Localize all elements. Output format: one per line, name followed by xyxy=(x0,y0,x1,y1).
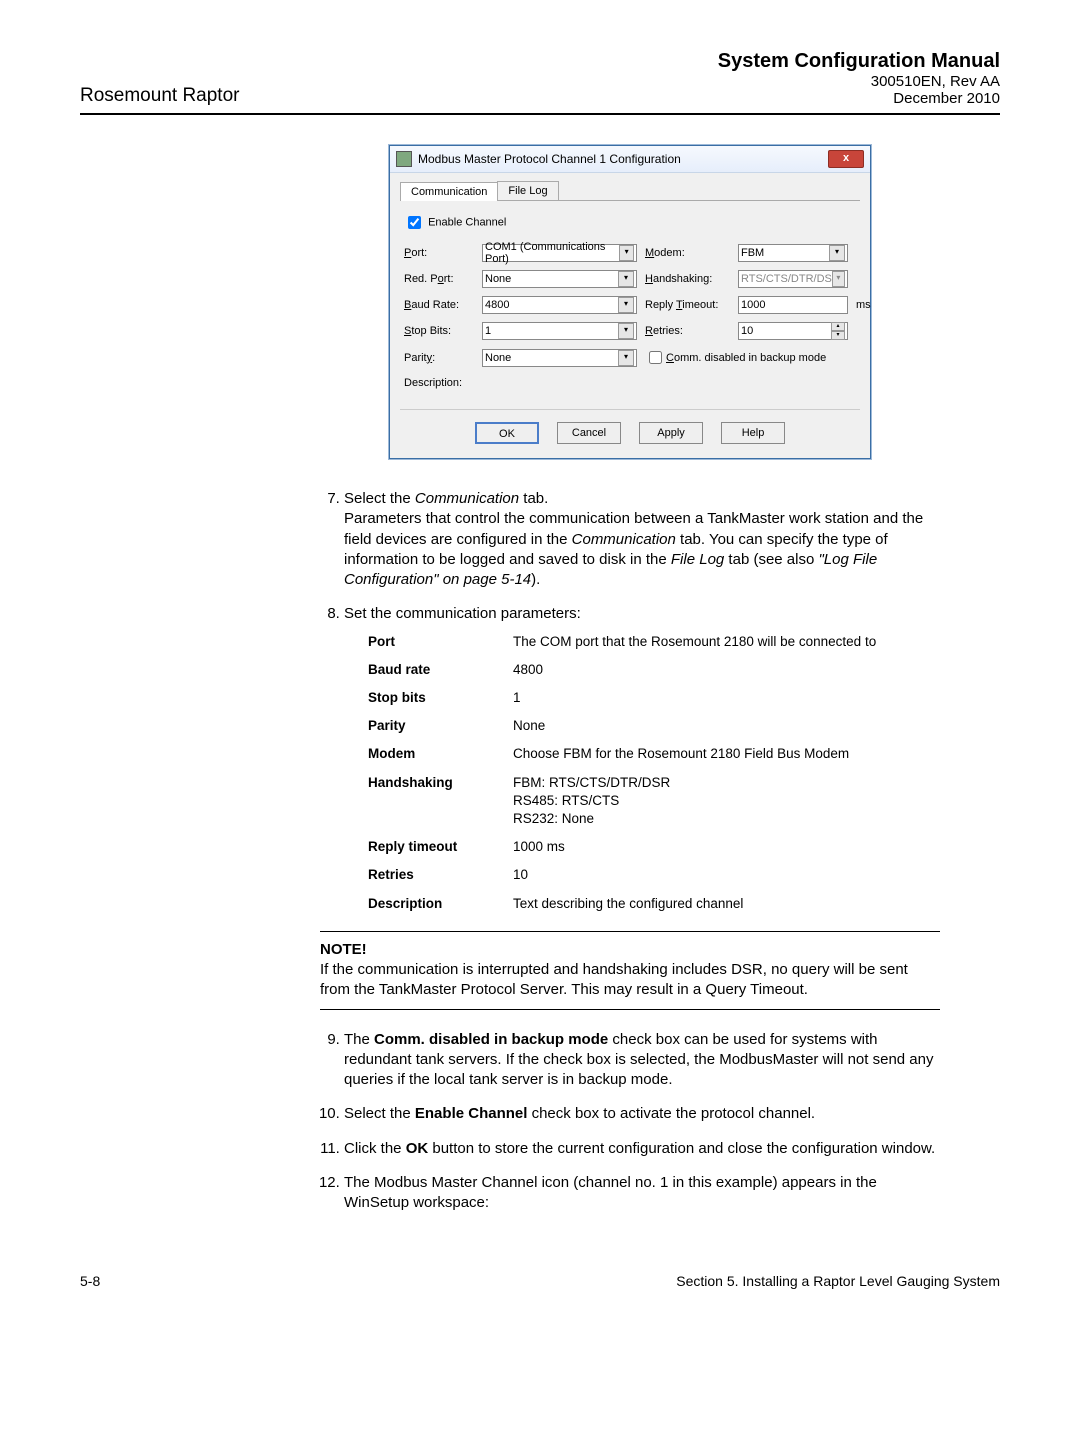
param-key: Stop bits xyxy=(368,689,513,707)
help-button[interactable]: Help xyxy=(721,422,785,444)
dialog-title: Modbus Master Protocol Channel 1 Configu… xyxy=(418,152,828,166)
header-right: System Configuration Manual 300510EN, Re… xyxy=(718,50,1000,107)
param-key: Description xyxy=(368,895,513,913)
param-key: Parity xyxy=(368,717,513,735)
doc-date: December 2010 xyxy=(718,90,1000,107)
comm-disabled-label: Comm. disabled in backup mode xyxy=(666,352,826,364)
step-8: Set the communication parameters: PortTh… xyxy=(344,604,940,913)
page-number: 5-8 xyxy=(80,1273,100,1289)
tab-file-log[interactable]: File Log xyxy=(497,181,558,200)
params-table: PortThe COM port that the Rosemount 2180… xyxy=(368,633,940,913)
step-list-2: The Comm. disabled in backup mode check … xyxy=(320,1030,940,1214)
manual-title: System Configuration Manual xyxy=(718,50,1000,73)
param-key: Modem xyxy=(368,745,513,763)
page-footer: 5-8 Section 5. Installing a Raptor Level… xyxy=(80,1273,1000,1289)
param-key: Handshaking xyxy=(368,774,513,829)
param-value: FBM: RTS/CTS/DTR/DSR RS485: RTS/CTS RS23… xyxy=(513,774,940,829)
step-list: Select the Communication tab. Parameters… xyxy=(320,489,940,913)
param-value: 1 xyxy=(513,689,940,707)
param-row: DescriptionText describing the configure… xyxy=(368,895,940,913)
param-key: Retries xyxy=(368,866,513,884)
param-row: Stop bits1 xyxy=(368,689,940,707)
replytimeout-label: Reply Timeout: xyxy=(645,299,730,311)
page-header: Rosemount Raptor System Configuration Ma… xyxy=(80,50,1000,115)
enable-channel-checkbox[interactable] xyxy=(408,216,421,229)
retries-label: Retries: xyxy=(645,325,730,337)
tab-communication[interactable]: Communication xyxy=(400,182,498,201)
param-row: Baud rate4800 xyxy=(368,661,940,679)
doc-number: 300510EN, Rev AA xyxy=(718,73,1000,90)
step-10: Select the Enable Channel check box to a… xyxy=(344,1104,940,1124)
section-title: Section 5. Installing a Raptor Level Gau… xyxy=(676,1273,1000,1289)
enable-channel-label: Enable Channel xyxy=(428,216,506,228)
product-name: Rosemount Raptor xyxy=(80,85,239,107)
note-heading: NOTE! xyxy=(320,940,940,960)
baud-select[interactable]: 4800▾ xyxy=(482,296,637,314)
param-value: Text describing the configured channel xyxy=(513,895,940,913)
apply-button[interactable]: Apply xyxy=(639,422,703,444)
replytimeout-input[interactable]: 1000 xyxy=(738,296,848,314)
param-key: Reply timeout xyxy=(368,838,513,856)
dropdown-icon: ▾ xyxy=(619,245,634,261)
handshaking-select[interactable]: RTS/CTS/DTR/DS▾ xyxy=(738,270,848,288)
param-value: 4800 xyxy=(513,661,940,679)
param-value: 10 xyxy=(513,866,940,884)
close-button[interactable]: x xyxy=(828,150,864,168)
param-row: PortThe COM port that the Rosemount 2180… xyxy=(368,633,940,651)
retries-spinner[interactable]: 10▴▾ xyxy=(738,322,848,340)
note-block: NOTE! If the communication is interrupte… xyxy=(320,931,940,1010)
dropdown-icon: ▾ xyxy=(618,271,634,287)
modem-select[interactable]: FBM▾ xyxy=(738,244,848,262)
step-11: Click the OK button to store the current… xyxy=(344,1139,940,1159)
dropdown-icon: ▾ xyxy=(829,245,845,261)
dropdown-icon: ▾ xyxy=(618,350,634,366)
parity-select[interactable]: None▾ xyxy=(482,349,637,367)
config-dialog: Modbus Master Protocol Channel 1 Configu… xyxy=(389,145,871,459)
redport-select[interactable]: None▾ xyxy=(482,270,637,288)
param-row: HandshakingFBM: RTS/CTS/DTR/DSR RS485: R… xyxy=(368,774,940,829)
ms-label: ms xyxy=(856,299,876,311)
dialog-icon xyxy=(396,151,412,167)
dialog-tabs: Communication File Log xyxy=(400,181,860,201)
port-label: Port: xyxy=(404,247,474,259)
param-key: Port xyxy=(368,633,513,651)
dropdown-icon: ▾ xyxy=(832,271,845,287)
dialog-button-row: OK Cancel Apply Help xyxy=(400,409,860,448)
param-row: Retries10 xyxy=(368,866,940,884)
param-row: ParityNone xyxy=(368,717,940,735)
param-value: Choose FBM for the Rosemount 2180 Field … xyxy=(513,745,940,763)
param-value: 1000 ms xyxy=(513,838,940,856)
ok-button[interactable]: OK xyxy=(475,422,539,444)
parity-label: Parity: xyxy=(404,352,474,364)
param-key: Baud rate xyxy=(368,661,513,679)
dialog-titlebar: Modbus Master Protocol Channel 1 Configu… xyxy=(390,146,870,173)
spinner-arrows-icon: ▴▾ xyxy=(831,322,845,340)
step-12: The Modbus Master Channel icon (channel … xyxy=(344,1173,940,1214)
param-value: None xyxy=(513,717,940,735)
modem-label: Modem: xyxy=(645,247,730,259)
baud-label: Baud Rate: xyxy=(404,299,474,311)
port-select[interactable]: COM1 (Communications Port)▾ xyxy=(482,244,637,262)
handshaking-label: Handshaking: xyxy=(645,273,730,285)
dropdown-icon: ▾ xyxy=(618,323,634,339)
stopbits-label: Stop Bits: xyxy=(404,325,474,337)
redport-label: Red. Port: xyxy=(404,273,474,285)
description-label: Description: xyxy=(404,377,462,389)
note-body: If the communication is interrupted and … xyxy=(320,960,940,1001)
step-9: The Comm. disabled in backup mode check … xyxy=(344,1030,940,1091)
dropdown-icon: ▾ xyxy=(618,297,634,313)
param-value: The COM port that the Rosemount 2180 wil… xyxy=(513,633,940,651)
param-row: Reply timeout1000 ms xyxy=(368,838,940,856)
comm-disabled-checkbox[interactable] xyxy=(649,351,662,364)
step-7: Select the Communication tab. Parameters… xyxy=(344,489,940,590)
cancel-button[interactable]: Cancel xyxy=(557,422,621,444)
param-row: ModemChoose FBM for the Rosemount 2180 F… xyxy=(368,745,940,763)
stopbits-select[interactable]: 1▾ xyxy=(482,322,637,340)
